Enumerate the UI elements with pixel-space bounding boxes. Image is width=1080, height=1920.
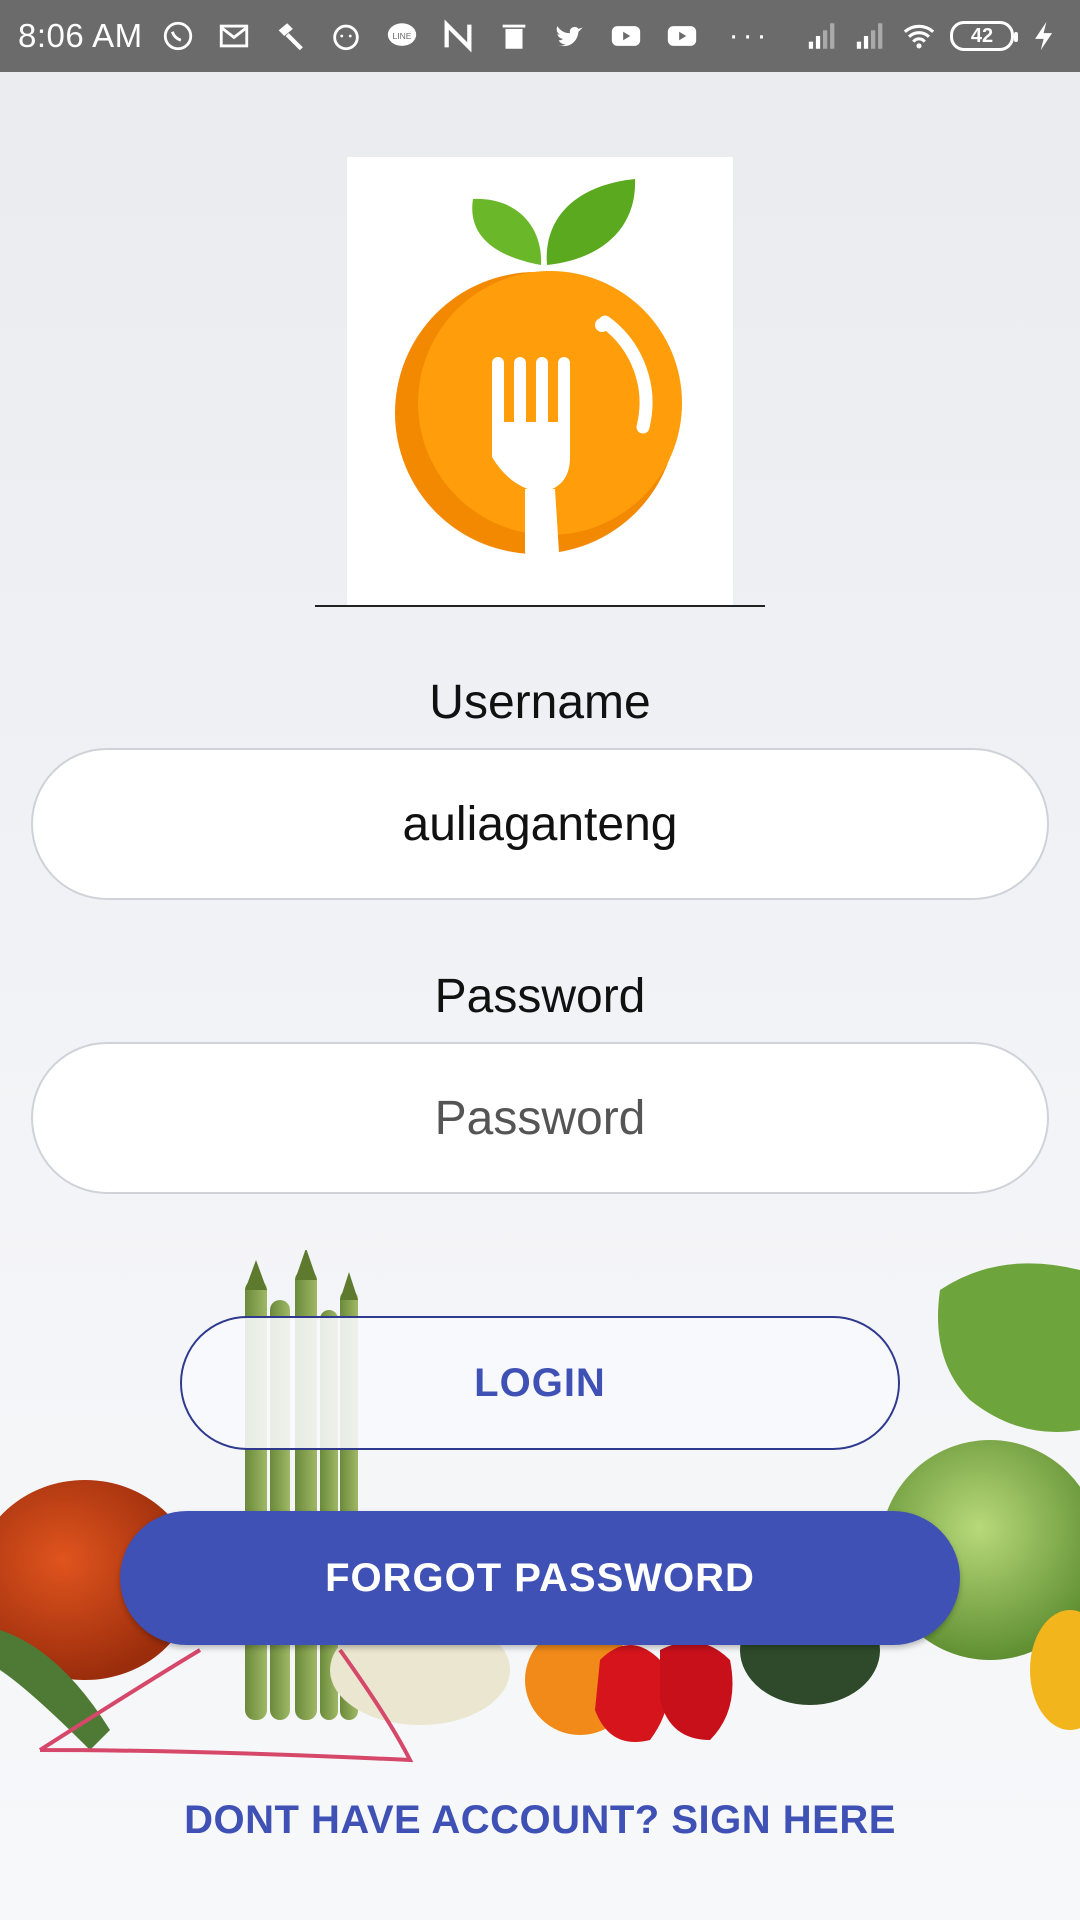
whatsapp-icon (161, 19, 195, 53)
username-field[interactable]: auliaganteng (31, 748, 1049, 900)
gmail-icon (217, 19, 251, 53)
forgot-password-button[interactable]: FORGOT PASSWORD (120, 1511, 960, 1645)
red-pepper-icon (595, 1645, 668, 1742)
charging-icon (1028, 19, 1062, 53)
status-time: 8:06 AM (18, 17, 143, 54)
logo-divider (315, 605, 765, 607)
more-notifications-icon: ··· (728, 19, 771, 52)
leaf-right-icon (546, 179, 636, 265)
clock-face-icon (329, 19, 363, 53)
n-icon (441, 19, 475, 53)
youtube-icon (665, 19, 699, 53)
signup-link[interactable]: DONT HAVE ACCOUNT? SIGN HERE (0, 1798, 1080, 1843)
lettuce-icon (938, 1263, 1080, 1432)
line-icon: LINE (385, 19, 419, 53)
twitter-icon (553, 19, 587, 53)
wifi-icon (902, 19, 936, 53)
trash-icon (497, 19, 531, 53)
password-field[interactable]: Password (31, 1042, 1049, 1194)
battery-icon: 42 (950, 21, 1018, 51)
hammer-icon (273, 19, 307, 53)
password-label: Password (434, 970, 646, 1023)
notification-icons: LINE (161, 19, 699, 53)
app-logo (347, 157, 733, 606)
leaf-left-icon (472, 198, 542, 265)
login-button[interactable]: LOGIN (180, 1316, 900, 1450)
signal-icon (854, 19, 888, 53)
orange-fork-logo (395, 179, 682, 565)
status-bar: 8:06 AM LINE ··· 42 (0, 0, 1080, 72)
signal-icon (806, 19, 840, 53)
youtube-icon (609, 19, 643, 53)
username-label: Username (429, 676, 651, 729)
system-icons: 42 (806, 19, 1062, 53)
svg-text:LINE: LINE (392, 31, 411, 41)
